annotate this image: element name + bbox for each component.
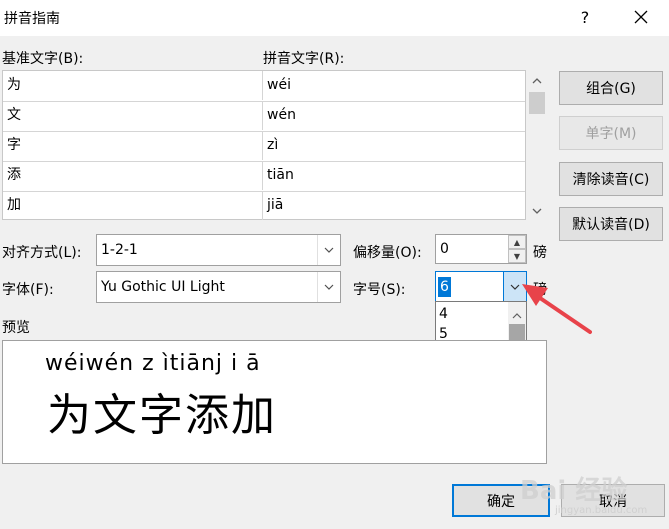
base-text-header: 基准文字(B): <box>2 51 84 67</box>
font-label: 字体(F): <box>2 282 54 298</box>
base-text-cell[interactable]: 加 <box>3 191 263 220</box>
font-select[interactable]: Yu Gothic UI Light <box>96 271 341 303</box>
size-value: 6 <box>438 277 451 297</box>
font-value: Yu Gothic UI Light <box>101 279 225 295</box>
watermark-url: jingyan.baidu.com <box>555 505 648 516</box>
default-reading-button[interactable]: 默认读音(D) <box>559 207 663 241</box>
alignment-label: 对齐方式(L): <box>2 245 82 261</box>
close-icon <box>634 10 648 24</box>
grid-row: 为 wéi <box>3 71 525 102</box>
scroll-down-icon[interactable] <box>527 204 547 217</box>
ruby-text-cell[interactable]: jiā <box>264 191 525 220</box>
dialog-title: 拼音指南 <box>4 11 60 27</box>
preview-base-text: 为文字添加 <box>47 390 277 441</box>
size-option[interactable]: 4 <box>436 304 508 324</box>
grid-row: 文 wén <box>3 101 525 132</box>
alignment-value: 1-2-1 <box>101 242 138 258</box>
ruby-text-cell[interactable]: tiān <box>264 161 525 190</box>
size-label: 字号(S): <box>353 282 406 298</box>
base-text-cell[interactable]: 为 <box>3 71 263 100</box>
base-text-cell[interactable]: 添 <box>3 161 263 190</box>
grid-row: 添 tiān <box>3 161 525 192</box>
offset-label: 偏移量(O): <box>353 245 422 261</box>
ruby-grid: 为 wéi 文 wén 字 zì 添 tiān 加 jiā <box>2 70 526 220</box>
watermark-logo: Bai 经验 <box>520 476 628 506</box>
preview-label: 预览 <box>2 320 30 336</box>
ruby-text-cell[interactable]: wén <box>264 101 525 130</box>
grid-row: 字 zì <box>3 131 525 162</box>
preview-ruby-text: wéiwén z ìtiānj i ā <box>45 351 261 376</box>
grid-row: 加 jiā <box>3 191 525 221</box>
group-button[interactable]: 组合(G) <box>559 71 663 105</box>
alignment-select[interactable]: 1-2-1 <box>96 234 341 266</box>
offset-spinner[interactable]: 0 ▲ ▼ <box>435 234 527 264</box>
close-button[interactable] <box>624 4 658 30</box>
scroll-up-icon[interactable] <box>527 74 547 87</box>
help-button[interactable]: ? <box>568 4 602 30</box>
chevron-down-icon[interactable] <box>317 272 340 302</box>
annotation-arrow-icon <box>522 284 592 334</box>
chevron-down-icon[interactable] <box>317 235 340 265</box>
spin-up-icon[interactable]: ▲ <box>508 235 526 249</box>
offset-unit: 磅 <box>533 245 547 261</box>
size-select[interactable]: 6 <box>435 271 527 303</box>
base-text-cell[interactable]: 字 <box>3 131 263 160</box>
spin-down-icon[interactable]: ▼ <box>508 249 526 263</box>
mono-button[interactable]: 单字(M) <box>559 116 663 150</box>
clear-reading-button[interactable]: 清除读音(C) <box>559 162 663 196</box>
ruby-text-cell[interactable]: zì <box>264 131 525 160</box>
offset-value: 0 <box>440 241 449 257</box>
grid-scroll-thumb[interactable] <box>529 92 545 114</box>
ruby-text-cell[interactable]: wéi <box>264 71 525 100</box>
preview-box: wéiwén z ìtiānj i ā 为文字添加 <box>2 340 547 464</box>
base-text-cell[interactable]: 文 <box>3 101 263 130</box>
ruby-text-header: 拼音文字(R): <box>263 51 345 67</box>
